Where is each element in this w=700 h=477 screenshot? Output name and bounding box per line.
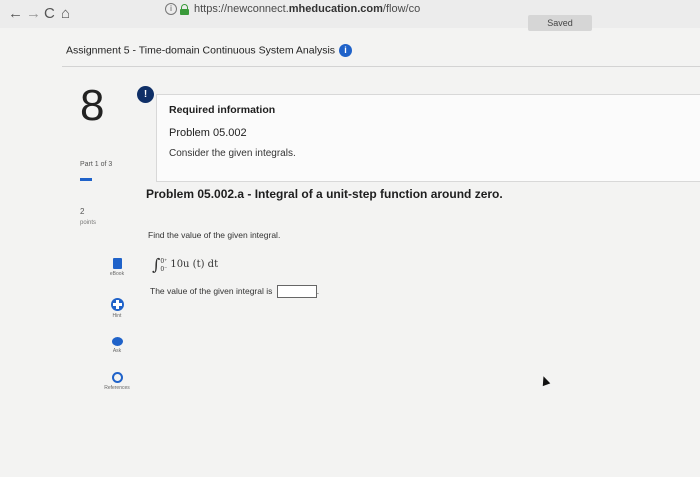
- site-info-icon[interactable]: i: [165, 3, 177, 15]
- home-icon[interactable]: ⌂: [61, 5, 70, 23]
- assignment-title-text: Assignment 5 - Time-domain Continuous Sy…: [66, 44, 336, 57]
- browser-toolbar: ← → C ⌂ i https://newconnect.mheducation…: [0, 0, 700, 28]
- answer-prompt: The value of the given integral is: [150, 285, 273, 296]
- problem-number: Problem 05.002: [169, 127, 247, 139]
- points-label: points: [80, 220, 97, 226]
- required-information-heading: Required information: [169, 104, 276, 116]
- hint-button[interactable]: Hint: [95, 298, 139, 319]
- answer-suffix: .: [316, 285, 320, 296]
- lock-icon: [180, 4, 189, 15]
- info-icon[interactable]: i: [339, 44, 353, 57]
- forward-arrow-icon[interactable]: →: [26, 5, 41, 23]
- saved-status-badge: Saved: [528, 15, 592, 31]
- integral-sign: ∫: [152, 255, 161, 274]
- url-bar[interactable]: https://newconnect.mheducation.com/flow/…: [194, 3, 420, 15]
- integral-upper-limit: 0⁺: [160, 257, 168, 265]
- part-progress-bar: [80, 178, 92, 181]
- references-button[interactable]: References: [95, 372, 139, 391]
- alert-icon: !: [137, 86, 154, 103]
- assignment-title: Assignment 5 - Time-domain Continuous Sy…: [66, 44, 353, 57]
- integrand: 10u (t) dt: [170, 259, 219, 270]
- hint-icon: [110, 298, 124, 311]
- reload-icon[interactable]: C: [44, 5, 55, 23]
- points-value: 2: [80, 207, 85, 216]
- header-divider: [62, 66, 700, 67]
- answer-input[interactable]: [276, 285, 317, 298]
- ebook-label: eBook: [109, 271, 125, 277]
- ebook-button[interactable]: eBook: [95, 258, 139, 277]
- info-text: Consider the given integrals.: [169, 148, 296, 159]
- question-number: 8: [80, 81, 105, 130]
- integral-expression: ∫0⁺ 0⁻ 10u (t) dt: [152, 255, 218, 274]
- book-icon: [112, 258, 122, 269]
- integral-lower-limit: 0⁻: [160, 265, 168, 273]
- part-indicator: Part 1 of 3: [80, 161, 113, 168]
- chat-bubble-icon: [111, 337, 123, 346]
- back-arrow-icon[interactable]: ←: [8, 5, 23, 23]
- problem-title: Problem 05.002.a - Integral of a unit-st…: [146, 187, 503, 201]
- hint-label: Hint: [112, 313, 122, 319]
- answer-line: The value of the given integral is .: [150, 285, 319, 298]
- references-label: References: [104, 385, 130, 391]
- mouse-cursor-icon: [539, 374, 551, 387]
- problem-instruction: Find the value of the given integral.: [148, 230, 281, 240]
- ask-button[interactable]: Ask: [95, 337, 139, 354]
- references-icon: [111, 372, 123, 383]
- required-information-panel: Required information Problem 05.002 Cons…: [156, 94, 700, 182]
- ask-label: Ask: [112, 348, 122, 354]
